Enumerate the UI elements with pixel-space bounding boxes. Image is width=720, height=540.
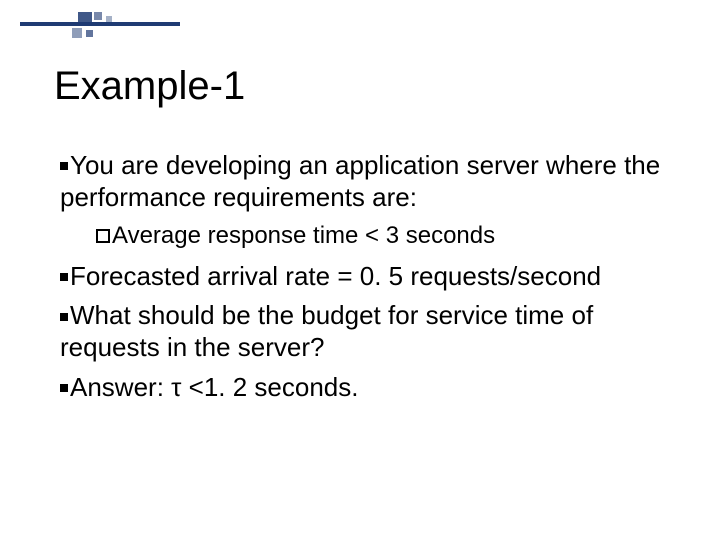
bullet-text: What should be the budget for service ti…	[60, 300, 593, 362]
hollow-square-bullet-icon	[96, 229, 110, 243]
bullet-item: What should be the budget for service ti…	[60, 300, 672, 363]
decor-square	[72, 28, 82, 38]
decor-square	[106, 16, 112, 22]
decor-square	[94, 12, 102, 20]
accent-bar	[20, 22, 180, 26]
square-bullet-icon	[60, 273, 68, 281]
slide: Example-1 You are developing an applicat…	[0, 0, 720, 540]
bullet-item: Forecasted arrival rate = 0. 5 requests/…	[60, 261, 672, 293]
square-bullet-icon	[60, 384, 68, 392]
bullet-item: Answer: τ <1. 2 seconds.	[60, 372, 672, 404]
decor-square	[78, 12, 92, 26]
bullet-text: Forecasted arrival rate = 0. 5 requests/…	[70, 261, 601, 291]
slide-decoration	[20, 12, 180, 48]
square-bullet-icon	[60, 162, 68, 170]
slide-body: You are developing an application server…	[60, 150, 672, 412]
sub-bullet-item: Average response time < 3 seconds	[96, 221, 672, 250]
square-bullet-icon	[60, 313, 68, 321]
sub-bullet-text: Average response time < 3 seconds	[112, 222, 495, 249]
bullet-text: You are developing an application server…	[60, 150, 660, 212]
decor-square	[86, 30, 93, 37]
bullet-item: You are developing an application server…	[60, 150, 672, 213]
bullet-text: Answer: τ <1. 2 seconds.	[70, 372, 358, 402]
slide-title: Example-1	[54, 64, 245, 109]
